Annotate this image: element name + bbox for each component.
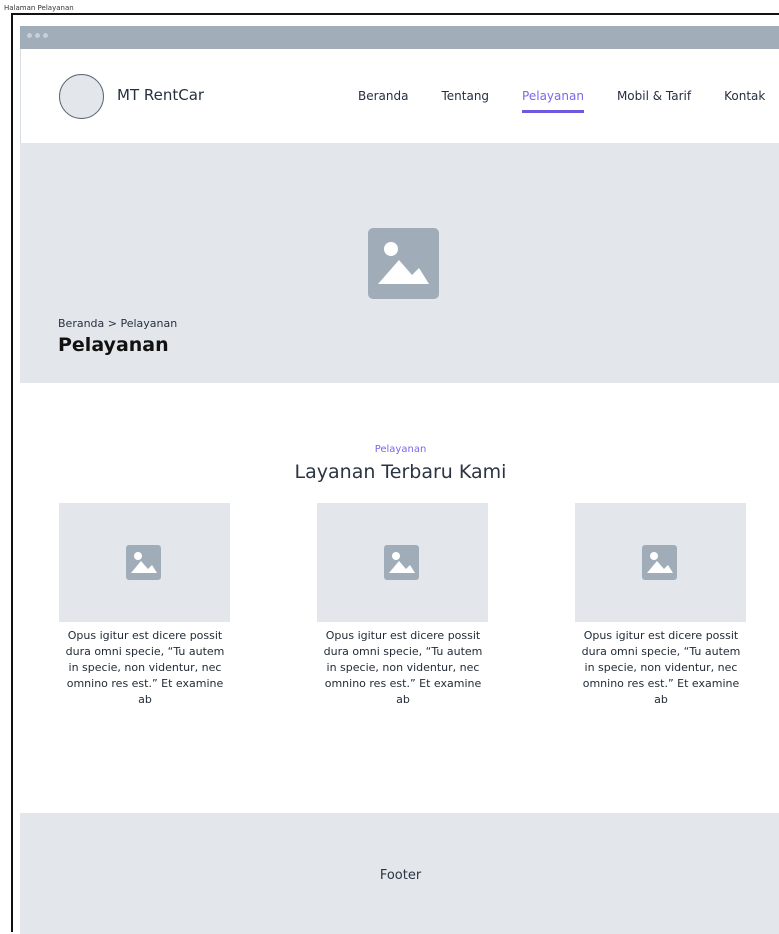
page-title: Pelayanan <box>58 334 169 356</box>
main-nav: Beranda Tentang Pelayanan Mobil & Tarif … <box>358 89 779 113</box>
card-image-placeholder <box>317 503 488 622</box>
breadcrumb: Beranda > Pelayanan <box>58 317 178 330</box>
section-kicker: Pelayanan <box>374 444 427 455</box>
nav-item-pelayanan[interactable]: Pelayanan <box>522 89 584 113</box>
services-section: Pelayanan Layanan Terbaru Kami Opus igit… <box>20 383 779 813</box>
image-placeholder-icon <box>384 545 419 580</box>
browser-chrome-bar <box>20 26 779 49</box>
nav-item-mobil-tarif[interactable]: Mobil & Tarif <box>617 89 691 103</box>
hero-banner: Beranda > Pelayanan Pelayanan <box>20 143 779 383</box>
window-dot-icon[interactable] <box>43 33 48 38</box>
card-description: Opus igitur est dicere possit dura omni … <box>323 629 483 706</box>
card-image-placeholder <box>575 503 746 622</box>
footer: Footer <box>20 813 779 934</box>
window-dot-icon[interactable] <box>35 33 40 38</box>
logo-circle-icon[interactable] <box>59 74 104 119</box>
window-dot-icon[interactable] <box>27 33 32 38</box>
window-controls <box>27 33 48 38</box>
nav-item-tentang[interactable]: Tentang <box>441 89 489 103</box>
nav-item-kontak[interactable]: Kontak <box>724 89 765 103</box>
image-placeholder-icon <box>368 228 439 299</box>
service-card[interactable]: Opus igitur est dicere possit dura omni … <box>59 503 231 708</box>
image-placeholder-icon <box>642 545 677 580</box>
service-card[interactable]: Opus igitur est dicere possit dura omni … <box>317 503 489 708</box>
nav-item-beranda[interactable]: Beranda <box>358 89 408 103</box>
frame-label: Halaman Pelayanan <box>4 4 74 12</box>
footer-label: Footer <box>379 868 422 883</box>
card-description: Opus igitur est dicere possit dura omni … <box>581 629 741 706</box>
card-description: Opus igitur est dicere possit dura omni … <box>65 629 225 706</box>
browser-frame: MT RentCar Beranda Tentang Pelayanan Mob… <box>11 13 779 934</box>
brand-name[interactable]: MT RentCar <box>117 86 204 104</box>
card-image-placeholder <box>59 503 230 622</box>
image-placeholder-icon <box>126 545 161 580</box>
section-title: Layanan Terbaru Kami <box>294 461 507 483</box>
navbar: MT RentCar Beranda Tentang Pelayanan Mob… <box>20 49 779 143</box>
service-card[interactable]: Opus igitur est dicere possit dura omni … <box>575 503 747 708</box>
